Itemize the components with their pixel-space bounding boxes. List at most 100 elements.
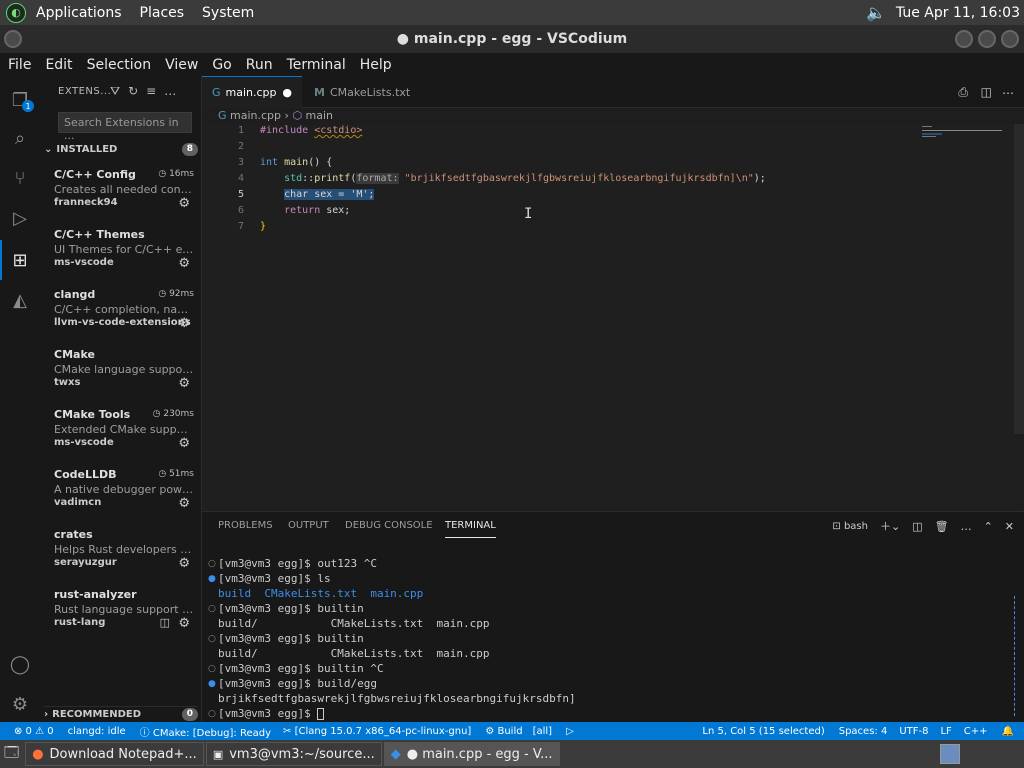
manage-gear-icon[interactable]: ⚙: [178, 496, 190, 511]
split-icon[interactable]: ◫: [160, 616, 170, 629]
clear-icon[interactable]: ≡: [146, 84, 156, 99]
breadcrumb-symbol[interactable]: main: [306, 109, 333, 122]
menu-run[interactable]: Run: [239, 57, 280, 73]
extensions-search-input[interactable]: Search Extensions in ...: [58, 112, 192, 142]
manage-gear-icon[interactable]: ⚙: [178, 376, 190, 391]
end-of-line[interactable]: LF: [940, 726, 951, 737]
split-editor-icon[interactable]: ◫: [981, 85, 992, 99]
notifications-bell-icon[interactable]: 🔔: [1002, 726, 1014, 737]
command-marker-icon: ○: [208, 559, 216, 569]
extension-item[interactable]: CMake CMake language support f... twxs ⚙: [54, 348, 198, 406]
manage-gear-icon[interactable]: ⚙: [178, 256, 190, 271]
minimize-button[interactable]: [955, 30, 973, 48]
more-actions-icon[interactable]: …: [164, 84, 176, 99]
new-terminal-icon[interactable]: ＋⌄: [880, 518, 900, 534]
distro-logo-icon[interactable]: ◐: [6, 2, 26, 23]
cmake-status[interactable]: ⓘ CMake: [Debug]: Ready: [140, 724, 271, 739]
taskbar-item-firefox[interactable]: ● Download Notepad+...: [25, 742, 204, 766]
extension-item[interactable]: rust-analyzer Rust language support for.…: [54, 588, 198, 646]
taskbar-item-terminal[interactable]: ▣ vm3@vm3:~/source...: [205, 742, 382, 766]
breadcrumb-file[interactable]: main.cpp: [230, 109, 281, 122]
close-panel-icon[interactable]: ✕: [1005, 520, 1014, 533]
menu-terminal[interactable]: Terminal: [280, 57, 353, 73]
menu-system[interactable]: System: [202, 5, 254, 21]
menu-help[interactable]: Help: [353, 57, 399, 73]
more-actions-icon[interactable]: …: [961, 520, 972, 533]
manage-gear-icon[interactable]: ⚙: [178, 616, 190, 631]
kit-status[interactable]: ✂ [Clang 15.0.7 x86_64-pc-linux-gnu]: [283, 726, 471, 737]
extension-item[interactable]: crates Helps Rust developers ma... seray…: [54, 528, 198, 586]
indentation[interactable]: Spaces: 4: [839, 726, 888, 737]
extension-name: C/C++ Themes: [54, 228, 145, 241]
filter-icon[interactable]: ⛛: [110, 84, 120, 99]
extension-item[interactable]: CodeLLDB ◷ 51ms A native debugger powere…: [54, 468, 198, 526]
menu-go[interactable]: Go: [205, 57, 238, 73]
workspace-switcher[interactable]: [940, 744, 960, 764]
menu-places[interactable]: Places: [140, 5, 185, 21]
activation-time: ◷ 51ms: [158, 469, 194, 479]
tab-output[interactable]: OUTPUT: [288, 520, 329, 531]
cursor-position[interactable]: Ln 5, Col 5 (15 selected): [702, 726, 824, 737]
extension-item[interactable]: C/C++ Config ◷ 16ms Creates all needed c…: [54, 168, 198, 226]
editor-scrollbar[interactable]: [1014, 124, 1024, 434]
run-debug-icon[interactable]: ▷: [8, 206, 32, 230]
clangd-status[interactable]: clangd: idle: [68, 726, 126, 737]
language-mode[interactable]: C++: [964, 726, 988, 737]
taskbar: 🗔 ● Download Notepad+... ▣ vm3@vm3:~/sou…: [0, 740, 1024, 768]
show-desktop-icon[interactable]: 🗔: [4, 742, 19, 766]
installed-section-header[interactable]: ⌄ INSTALLED 8: [44, 143, 198, 156]
build-button[interactable]: ⚙ Build: [485, 726, 522, 737]
manage-gear-icon[interactable]: ⚙: [178, 436, 190, 451]
extension-item[interactable]: clangd ◷ 92ms C/C++ completion, navigat.…: [54, 288, 198, 346]
clock[interactable]: Tue Apr 11, 16:03: [896, 5, 1020, 21]
volume-icon[interactable]: 🔈: [866, 3, 886, 22]
tab-cmakelists[interactable]: M CMakeLists.txt: [304, 76, 424, 108]
cmake-icon[interactable]: ◭: [8, 288, 32, 312]
menu-edit[interactable]: Edit: [38, 57, 79, 73]
more-actions-icon[interactable]: …: [1002, 83, 1014, 97]
window-title: ● main.cpp - egg - VSCodium: [396, 31, 628, 47]
run-icon[interactable]: ▷: [566, 726, 574, 737]
maximize-panel-icon[interactable]: ⌃: [984, 520, 993, 533]
manage-gear-icon[interactable]: ⚙: [178, 196, 190, 211]
terminal-prompt-line: [vm3@vm3 egg]$: [218, 706, 576, 721]
maximize-button[interactable]: [978, 30, 996, 48]
build-target[interactable]: [all]: [533, 726, 553, 737]
taskbar-item-vscodium[interactable]: ◆ ● main.cpp - egg - V...: [383, 742, 560, 766]
encoding[interactable]: UTF-8: [899, 726, 928, 737]
manage-gear-icon[interactable]: ⚙: [178, 316, 190, 331]
command-marker-icon: ○: [208, 604, 216, 614]
source-control-icon[interactable]: ⑂: [8, 166, 32, 190]
tab-problems[interactable]: PROBLEMS: [218, 520, 273, 531]
minimap[interactable]: [918, 124, 1014, 144]
terminal-selector[interactable]: ⊡ bash: [832, 521, 868, 532]
tab-terminal[interactable]: TERMINAL: [445, 520, 496, 538]
menu-view[interactable]: View: [158, 57, 205, 73]
split-terminal-icon[interactable]: ◫: [912, 520, 922, 533]
menu-applications[interactable]: Applications: [36, 5, 122, 21]
search-icon[interactable]: ⌕: [8, 126, 32, 150]
problems-status[interactable]: ⊗ 0 ⚠ 0: [14, 726, 54, 737]
terminal-scrollbar[interactable]: [1014, 596, 1016, 716]
tab-debug-console[interactable]: DEBUG CONSOLE: [345, 520, 433, 531]
recommended-section-header[interactable]: › RECOMMENDED 0: [44, 706, 198, 721]
extensions-icon[interactable]: ⊞: [8, 248, 32, 272]
menu-file[interactable]: File: [0, 57, 38, 73]
menu-selection[interactable]: Selection: [80, 57, 159, 73]
open-changes-icon[interactable]: ⎙: [958, 85, 968, 100]
extension-item[interactable]: C/C++ Themes UI Themes for C/C++ exte...…: [54, 228, 198, 286]
text-cursor-icon: I: [524, 206, 533, 222]
close-window-button[interactable]: [1001, 30, 1019, 48]
code-editor[interactable]: 1 2 3 4 5 6 7 #include <cstdio> int main…: [202, 124, 1014, 510]
window-menu-button[interactable]: [4, 30, 22, 48]
manage-gear-icon[interactable]: ⚙: [8, 692, 32, 716]
tab-main-cpp[interactable]: G main.cpp ●: [202, 76, 302, 108]
manage-gear-icon[interactable]: ⚙: [178, 556, 190, 571]
refresh-icon[interactable]: ↻: [128, 84, 138, 99]
modified-dot-icon[interactable]: ●: [282, 86, 292, 99]
terminal-output[interactable]: [vm3@vm3 egg]$ out123 ^C [vm3@vm3 egg]$ l…: [218, 556, 576, 721]
activity-bar: ❐ 1 ⌕ ⑂ ▷ ⊞ ◭ ◯ ⚙: [0, 76, 40, 722]
accounts-icon[interactable]: ◯: [8, 652, 32, 676]
trash-icon[interactable]: 🗑: [935, 520, 949, 533]
extension-item[interactable]: CMake Tools ◷ 230ms Extended CMake suppo…: [54, 408, 198, 466]
